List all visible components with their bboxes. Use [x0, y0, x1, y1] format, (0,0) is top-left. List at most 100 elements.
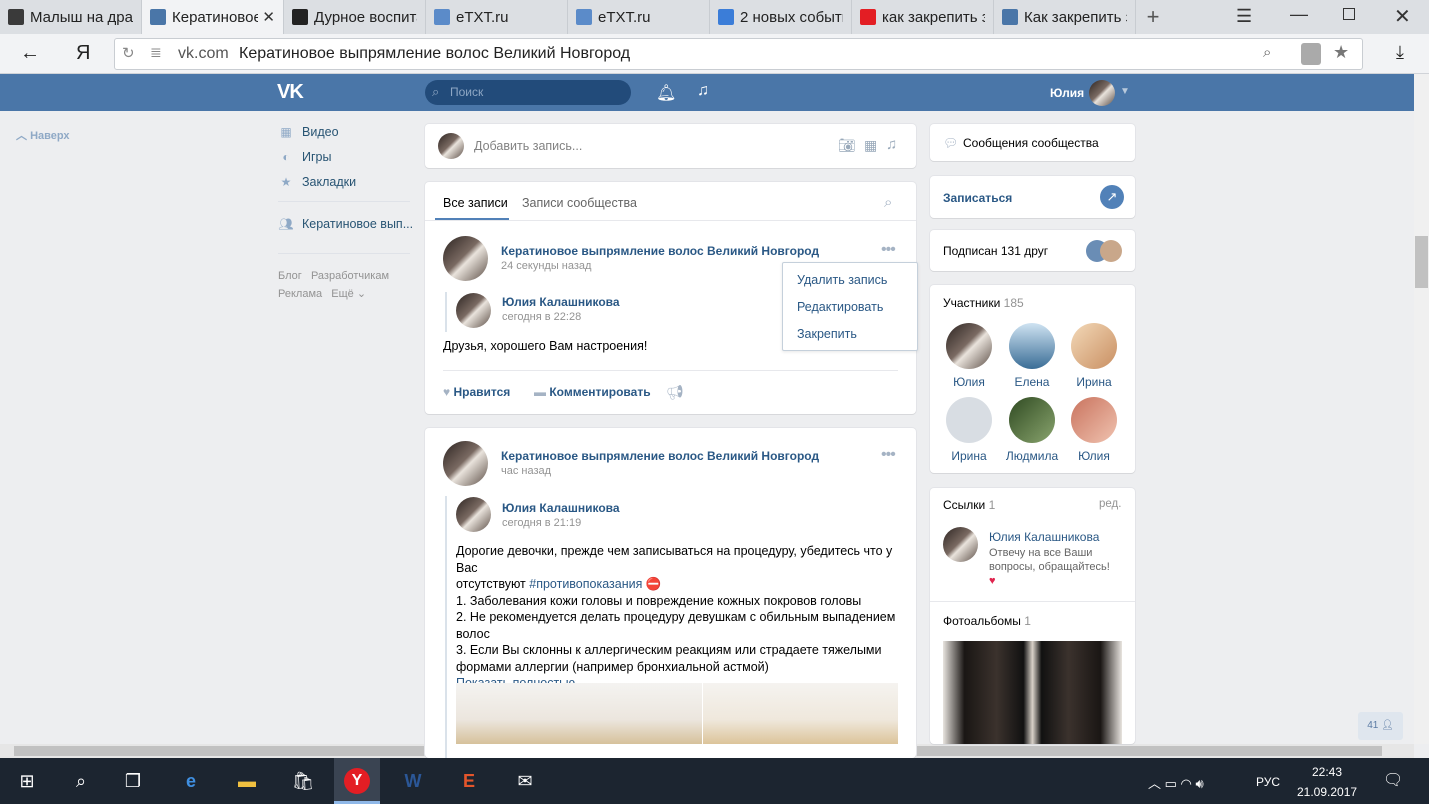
vk-logo[interactable]: VK	[277, 81, 304, 104]
new-tab-button[interactable]: +	[1136, 0, 1170, 34]
page-scrollbar[interactable]	[1414, 74, 1429, 744]
tab-all-posts[interactable]: Все записи	[443, 196, 508, 210]
friend-avatars[interactable]	[1086, 240, 1126, 262]
share-icon[interactable]: 📢︎	[666, 384, 684, 401]
page-scrollbar-thumb[interactable]	[1415, 236, 1428, 288]
links-edit-link[interactable]: ред.	[1099, 498, 1121, 510]
file-explorer-icon[interactable]: ▬	[224, 758, 270, 804]
albums-title[interactable]: Фотоальбомы 1	[943, 614, 1031, 628]
sidebar-item-video[interactable]: ▦ Видео	[278, 125, 338, 139]
browser-tab[interactable]: eTXT.ru	[568, 0, 710, 34]
post-author-name[interactable]: Кератиновое выпрямление волос Великий Но…	[501, 244, 819, 258]
menu-pin-post[interactable]: Закрепить	[797, 327, 857, 341]
bookmark-star-icon[interactable]: ★	[1333, 42, 1349, 63]
footer-blog[interactable]: Блог	[278, 270, 302, 282]
browser-tab[interactable]: Как закрепить запись	[994, 0, 1136, 34]
restore-icon[interactable]	[1343, 8, 1355, 20]
header-user-name[interactable]: Юлия	[1050, 86, 1084, 100]
clock-date[interactable]: 21.09.2017	[1297, 785, 1357, 799]
menu-delete-post[interactable]: Удалить запись	[797, 273, 887, 287]
link-avatar[interactable]	[943, 527, 978, 562]
close-tab-icon[interactable]: ✕	[262, 8, 275, 26]
post-photo-right[interactable]	[703, 683, 898, 744]
task-view-icon[interactable]: ❐	[110, 758, 156, 804]
app-icon[interactable]: E	[446, 758, 492, 804]
online-counter[interactable]: 41 👤︎	[1358, 712, 1403, 740]
member-item[interactable]: Ирина	[939, 397, 999, 463]
keyboard-language[interactable]: РУС	[1256, 775, 1280, 789]
links-title[interactable]: Ссылки 1	[943, 498, 995, 512]
tray-icons[interactable]: ︿ ▭ ◠ 🔊︎	[1148, 773, 1204, 792]
header-avatar[interactable]	[1089, 80, 1115, 106]
post-photo-left[interactable]	[456, 683, 702, 744]
community-messages-label[interactable]: Сообщения сообщества	[963, 136, 1099, 150]
back-to-top-link[interactable]: ︿ Наверх	[16, 127, 70, 143]
menu-edit-post[interactable]: Редактировать	[797, 300, 883, 314]
sidebar-item-games[interactable]: ◐ Игры	[278, 150, 331, 164]
browser-tab[interactable]: 2 новых события	[710, 0, 852, 34]
bell-icon[interactable]: 🔔︎	[656, 83, 676, 103]
clock-time[interactable]: 22:43	[1312, 765, 1342, 779]
join-button[interactable]: Записаться	[943, 191, 1012, 205]
like-button[interactable]: ♥ Нравится	[443, 385, 510, 399]
sidebar-item-group[interactable]: 👥︎ Кератиновое вып...	[278, 217, 413, 231]
post-author-name[interactable]: Кератиновое выпрямление волос Великий Но…	[501, 449, 819, 463]
video-icon[interactable]: ▦	[864, 137, 877, 154]
music-icon[interactable]: ♫	[697, 82, 709, 100]
arrow-icon[interactable]: ↗	[1100, 185, 1124, 209]
browser-tab[interactable]: Кератиновое выпрямление✕	[142, 0, 284, 34]
lock-icon[interactable]	[1301, 43, 1321, 65]
link-name[interactable]: Юлия Калашникова	[989, 530, 1099, 544]
wall-search-icon[interactable]: ⌕	[884, 194, 892, 211]
reload-icon[interactable]: ↻	[122, 44, 135, 62]
hashtag-link[interactable]: #противопоказания	[529, 577, 642, 591]
post-author-avatar[interactable]	[443, 441, 488, 486]
post-actions-icon[interactable]: •••	[881, 241, 896, 259]
yandex-logo[interactable]: Я	[76, 42, 90, 65]
browser-menu-icon[interactable]: ☰	[1236, 6, 1252, 27]
comment-button[interactable]: ▬ Комментировать	[534, 385, 651, 399]
member-item[interactable]: Юлия	[1064, 397, 1124, 463]
sidebar-item-bookmarks[interactable]: ★ Закладки	[278, 175, 357, 189]
repost-author[interactable]: Юлия Калашникова	[502, 295, 620, 309]
chevron-down-icon[interactable]: ▼	[1120, 86, 1130, 97]
post-actions-icon[interactable]: •••	[881, 446, 896, 464]
windows-start-icon[interactable]: ⊞	[4, 758, 50, 804]
post-time[interactable]: 24 секунды назад	[501, 260, 591, 272]
repost-author[interactable]: Юлия Калашникова	[502, 501, 620, 515]
browser-tab[interactable]: eTXT.ru	[426, 0, 568, 34]
friends-count[interactable]: Подписан 131 друг	[943, 244, 1048, 258]
mail-icon[interactable]: ✉	[502, 758, 548, 804]
footer-more[interactable]: Ещё	[331, 288, 354, 300]
repost-time[interactable]: сегодня в 21:19	[502, 517, 581, 529]
browser-tab[interactable]: Дурное воспитание	[284, 0, 426, 34]
cortana-search-icon[interactable]: ⌕	[58, 758, 104, 804]
word-icon[interactable]: W	[390, 758, 436, 804]
url-domain[interactable]: vk.com	[178, 45, 229, 63]
yandex-browser-icon[interactable]: Y	[334, 758, 380, 804]
camera-icon[interactable]: 📷︎	[838, 137, 856, 154]
composer-input[interactable]: Добавить запись...	[474, 139, 582, 153]
tab-community-posts[interactable]: Записи сообщества	[522, 196, 637, 210]
music-attach-icon[interactable]: ♫	[886, 136, 897, 153]
edge-icon[interactable]: e	[168, 758, 214, 804]
close-window-icon[interactable]: ✕	[1394, 4, 1411, 29]
search-input[interactable]: Поиск	[425, 80, 631, 105]
repost-avatar[interactable]	[456, 293, 491, 328]
search-page-icon[interactable]: ⌕	[1263, 44, 1271, 61]
download-icon[interactable]: ⤓	[1396, 42, 1404, 63]
store-icon[interactable]: 🛍︎	[280, 758, 326, 804]
url-page-title[interactable]: Кератиновое выпрямление волос Великий Но…	[239, 45, 630, 63]
member-item[interactable]: Юлия	[939, 323, 999, 389]
album-cover[interactable]	[943, 641, 1122, 744]
member-item[interactable]: Ирина	[1064, 323, 1124, 389]
footer-developers[interactable]: Разработчикам	[311, 270, 389, 282]
members-title[interactable]: Участники 185	[943, 296, 1024, 310]
footer-ads[interactable]: Реклама	[278, 288, 322, 300]
member-item[interactable]: Елена	[1002, 323, 1062, 389]
repost-time[interactable]: сегодня в 22:28	[502, 311, 581, 323]
browser-tab[interactable]: как закрепить запись	[852, 0, 994, 34]
repost-avatar[interactable]	[456, 497, 491, 532]
post-time[interactable]: час назад	[501, 465, 551, 477]
member-item[interactable]: Людмила	[1002, 397, 1062, 463]
